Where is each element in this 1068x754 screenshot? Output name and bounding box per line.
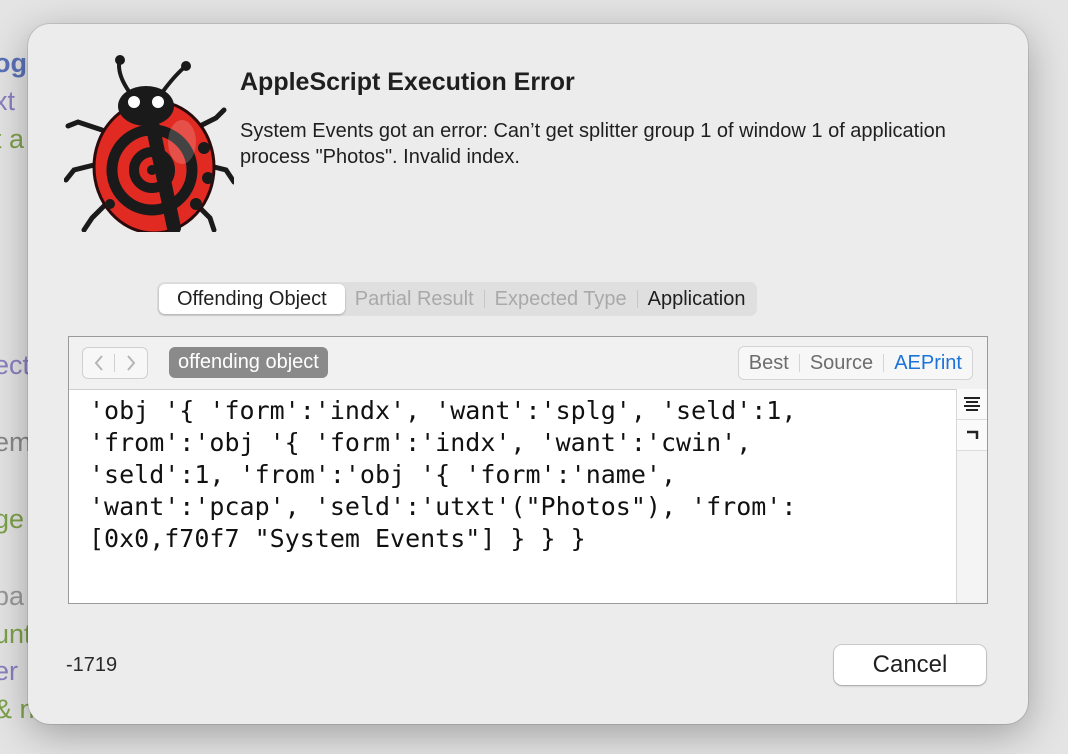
- return-button[interactable]: [957, 420, 987, 451]
- tab-application[interactable]: Application: [638, 284, 756, 314]
- wrap-lines-button[interactable]: [957, 389, 987, 420]
- tab-offending-object[interactable]: Offending Object: [159, 284, 345, 314]
- return-icon: [967, 430, 979, 439]
- view-best[interactable]: Best: [739, 352, 799, 375]
- wrap-lines-icon: [964, 397, 980, 411]
- tab-partial-result: Partial Result: [354, 288, 474, 310]
- back-button[interactable]: [83, 348, 114, 378]
- background-text: em: [0, 427, 32, 457]
- background-text: er: [0, 656, 19, 686]
- error-message: System Events got an error: Can’t get sp…: [240, 120, 946, 168]
- side-controls: [956, 389, 987, 603]
- error-number: -1719: [66, 654, 118, 676]
- chevron-right-icon: [126, 355, 135, 371]
- background-text: ge: [0, 504, 25, 534]
- background-text: pa: [0, 581, 25, 611]
- background-text: xt: [0, 86, 16, 116]
- error-dialog: AppleScript Execution Error System Event…: [28, 24, 1028, 724]
- view-source[interactable]: Source: [800, 352, 883, 375]
- background-text: unt: [0, 619, 32, 649]
- details-panel: offending object Best Source AEPrint 'ob…: [68, 336, 988, 604]
- tab-expected-type: Expected Type: [494, 288, 627, 310]
- chevron-left-icon: [94, 355, 103, 371]
- offending-object-code[interactable]: 'obj '{ 'form':'indx', 'want':'splg', 's…: [89, 395, 949, 555]
- background-text: og: [0, 48, 27, 78]
- background-text: ect: [0, 350, 31, 380]
- forward-button[interactable]: [115, 348, 146, 378]
- history-navigation: [82, 347, 148, 379]
- ladybug-icon: [63, 52, 237, 235]
- cancel-button[interactable]: Cancel: [834, 645, 986, 685]
- dialog-title: AppleScript Execution Error: [240, 68, 575, 96]
- panel-toolbar: offending object Best Source AEPrint: [69, 337, 987, 390]
- view-aeprint[interactable]: AEPrint: [884, 352, 972, 375]
- object-chip[interactable]: offending object: [169, 347, 328, 378]
- result-tabs: Offending Object Partial Result Expected…: [157, 282, 758, 316]
- background-text: t a: [0, 124, 25, 154]
- view-mode-control: Best Source AEPrint: [737, 346, 973, 380]
